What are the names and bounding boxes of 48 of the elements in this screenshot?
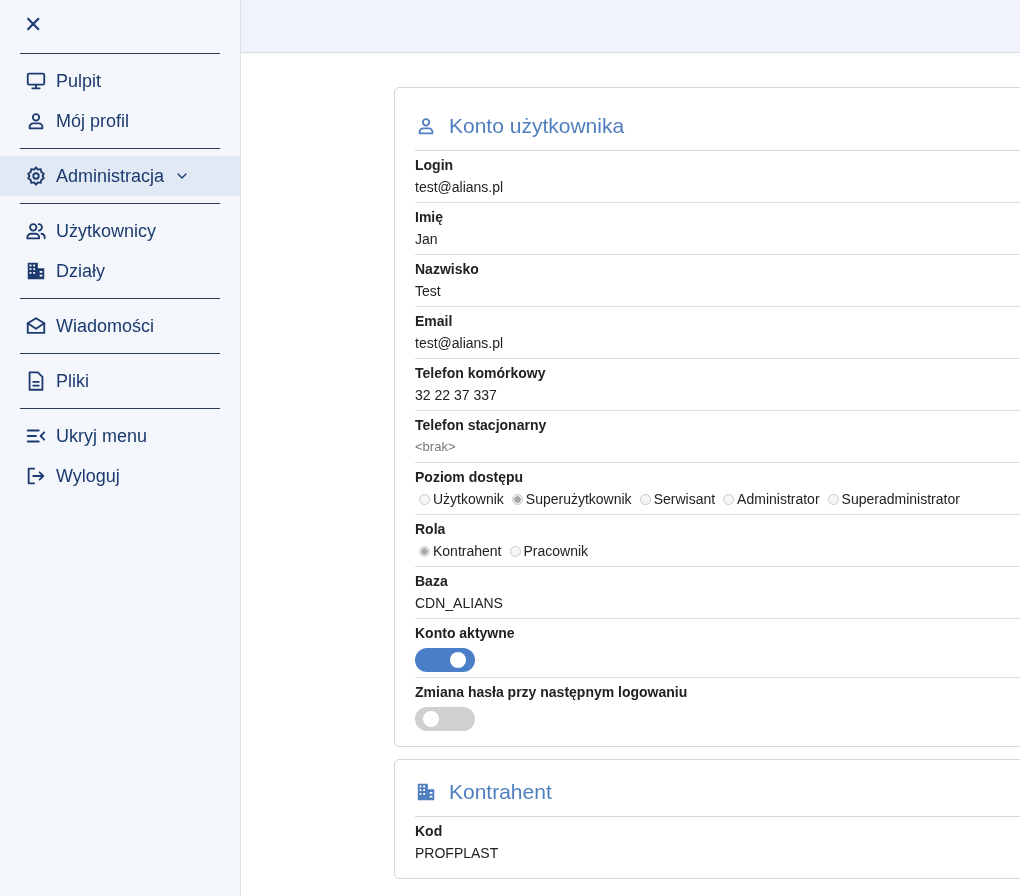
field-label: Telefon komórkowy xyxy=(415,364,547,382)
monitor-icon xyxy=(25,70,47,92)
sidebar-item[interactable]: Pulpit xyxy=(0,61,240,101)
field-label: Poziom dostępu xyxy=(415,468,525,486)
card-title: Kontrahent xyxy=(449,780,552,804)
radio-option[interactable]: Kontrahent xyxy=(415,541,502,561)
sidebar-item[interactable]: Mój profil xyxy=(0,101,240,141)
logout-icon xyxy=(25,465,47,487)
radio-option[interactable]: Pracownik xyxy=(505,541,589,561)
settings-icon xyxy=(25,165,47,187)
field-value: test@alians.pl xyxy=(415,334,505,353)
field-value: Jan xyxy=(415,230,439,249)
envelope-icon xyxy=(25,315,47,337)
field-label: Konto aktywne xyxy=(415,624,516,642)
field-value: test@alians.pl xyxy=(415,178,505,197)
sidebar-item[interactable]: Pliki xyxy=(0,361,240,401)
field-value: 32 22 37 337 xyxy=(415,386,498,405)
field-label: Login xyxy=(415,156,455,174)
field-label: Telefon stacjonarny xyxy=(415,416,548,434)
field-value: Test xyxy=(415,282,442,301)
radio-option[interactable]: Użytkownik xyxy=(415,489,504,509)
sidebar-item[interactable]: Wyloguj xyxy=(0,456,240,496)
field-label: Nazwisko xyxy=(415,260,480,278)
field-label: Imię xyxy=(415,208,444,226)
field-label: Zmiana hasła przy następnym logowaniu xyxy=(415,683,689,701)
field-value: PROFPLAST xyxy=(415,844,500,863)
field-label: Baza xyxy=(415,572,449,590)
close-button[interactable]: ✕ xyxy=(20,9,47,41)
sidebar-item[interactable]: Użytkownicy xyxy=(0,211,240,251)
field-label: Email xyxy=(415,312,454,330)
field-label: Rola xyxy=(415,520,447,538)
input-field[interactable]: <brak> xyxy=(415,437,615,457)
toggle-switch[interactable] xyxy=(415,707,475,731)
sidebar-item[interactable]: Działy xyxy=(0,251,240,291)
toggle-switch[interactable] xyxy=(415,648,475,672)
building-icon xyxy=(415,781,437,803)
sidebar-item[interactable]: Administracja xyxy=(0,156,240,196)
radio-option[interactable]: Serwisant xyxy=(635,489,716,509)
field-label: Kod xyxy=(415,822,444,840)
radio-option[interactable]: Administrator xyxy=(719,489,820,509)
card-title: Konto użytkownika xyxy=(449,114,625,138)
radio-option[interactable]: Superużytkownik xyxy=(507,489,632,509)
sidebar-item[interactable]: Ukryj menu xyxy=(0,416,240,456)
radio-option[interactable]: Superadministrator xyxy=(823,489,960,509)
building-icon xyxy=(25,260,47,282)
sidebar-item[interactable]: Wiadomości xyxy=(0,306,240,346)
field-value: CDN_ALIANS xyxy=(415,594,504,613)
users-icon xyxy=(25,220,47,242)
